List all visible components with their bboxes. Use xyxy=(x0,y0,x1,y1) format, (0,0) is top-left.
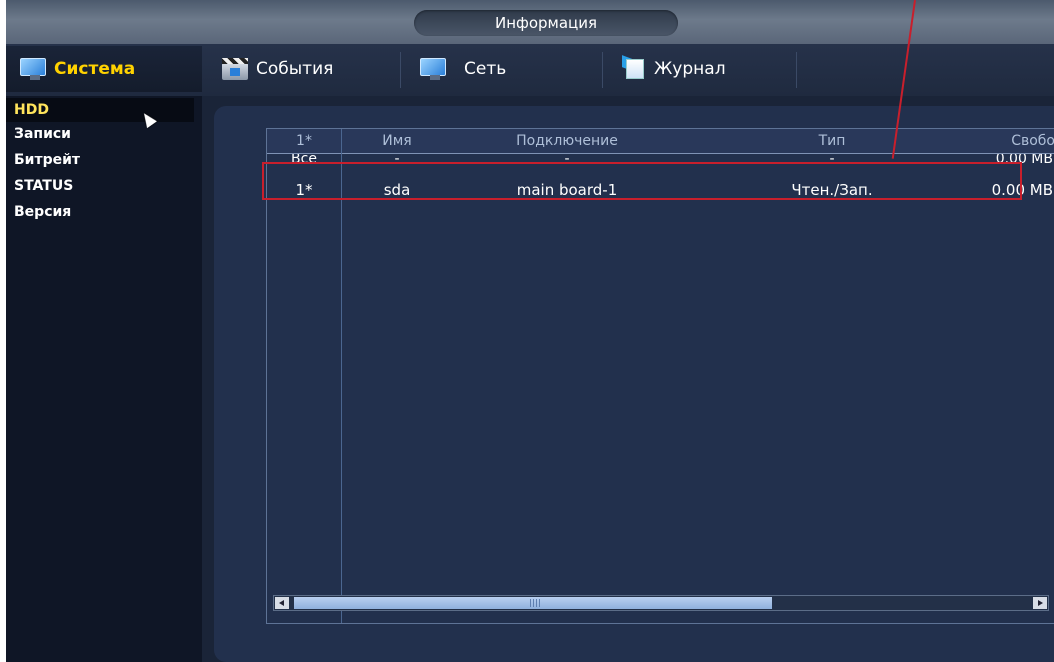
column-header-connection[interactable]: Подключение xyxy=(477,129,657,153)
dvr-screen: Информация Система События Сеть Журнал H… xyxy=(6,0,1054,662)
scroll-left-button[interactable] xyxy=(275,597,289,609)
nav-tab-network[interactable]: Сеть xyxy=(420,44,506,94)
nav-tab-journal[interactable]: Журнал xyxy=(622,44,726,94)
hdd-panel: 1* Имя Подключение Тип Свобо Все - - - 0… xyxy=(214,106,1054,662)
sidebar-item-version[interactable]: Версия xyxy=(6,200,194,224)
content-area: 1* Имя Подключение Тип Свобо Все - - - 0… xyxy=(202,96,1054,662)
nav-tab-events[interactable]: События xyxy=(222,44,333,94)
nav-divider xyxy=(602,52,603,88)
arrow-right-icon xyxy=(1038,600,1043,606)
column-header-free[interactable]: Свобо xyxy=(967,129,1054,153)
journal-icon xyxy=(622,55,646,81)
sidebar: HDD Записи Битрейт STATUS Версия xyxy=(6,96,202,662)
nav-tab-system-label: Система xyxy=(54,59,136,79)
column-header-name[interactable]: Имя xyxy=(347,129,447,153)
window-title: Информация xyxy=(414,10,678,36)
grip-icon xyxy=(530,599,540,607)
column-header-number[interactable]: 1* xyxy=(267,129,341,153)
sidebar-item-records[interactable]: Записи xyxy=(6,122,194,146)
column-divider xyxy=(341,129,342,623)
nav-tab-network-label: Сеть xyxy=(464,59,507,79)
network-icon xyxy=(420,58,446,80)
sidebar-item-hdd[interactable]: HDD xyxy=(6,98,194,122)
nav-tab-system[interactable]: Система xyxy=(20,44,135,94)
nav-divider xyxy=(400,52,401,88)
annotation-highlight-box xyxy=(262,162,1022,200)
sidebar-item-status[interactable]: STATUS xyxy=(6,174,194,198)
table-header: 1* Имя Подключение Тип Свобо xyxy=(267,129,1054,154)
nav-divider xyxy=(796,52,797,88)
monitor-icon xyxy=(20,58,46,80)
scrollbar-thumb[interactable] xyxy=(294,597,772,609)
nav-tab-journal-label: Журнал xyxy=(654,59,726,79)
events-icon xyxy=(222,58,248,80)
column-header-type[interactable]: Тип xyxy=(747,129,917,153)
arrow-left-icon xyxy=(279,600,284,606)
horizontal-scrollbar[interactable] xyxy=(273,595,1049,611)
nav-tab-events-label: События xyxy=(256,59,334,79)
scroll-right-button[interactable] xyxy=(1033,597,1047,609)
title-bar: Информация xyxy=(6,0,1054,44)
hdd-table: 1* Имя Подключение Тип Свобо Все - - - 0… xyxy=(266,128,1054,624)
sidebar-item-bitrate[interactable]: Битрейт xyxy=(6,148,194,172)
